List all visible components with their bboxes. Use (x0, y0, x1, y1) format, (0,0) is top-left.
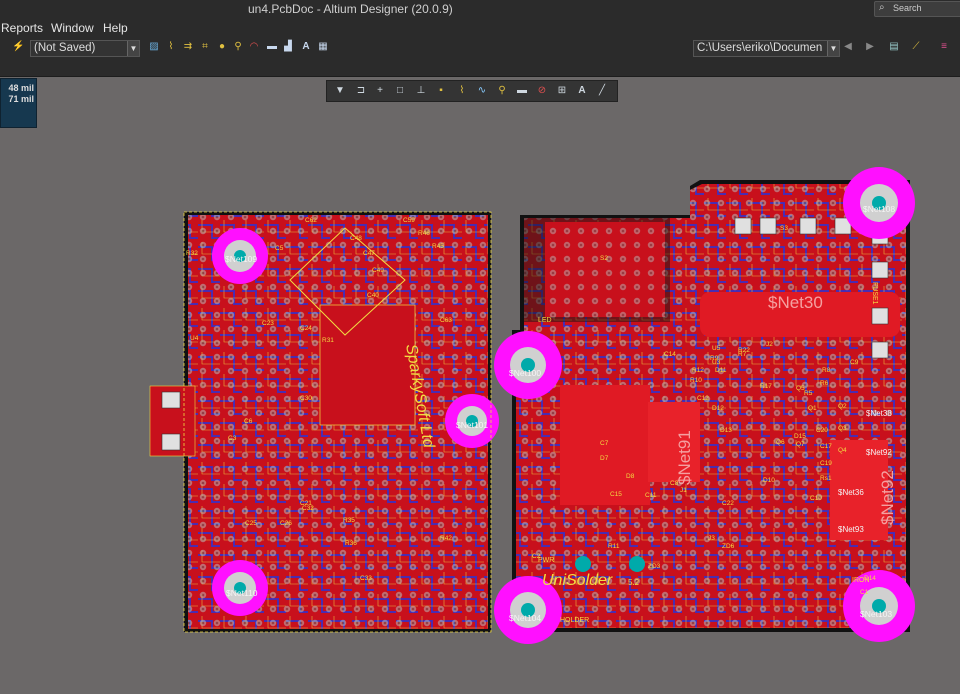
silk-holder: HOLDER (560, 617, 589, 624)
designator: C10 (810, 495, 822, 502)
designator: C7 (600, 440, 609, 447)
designator: R45 (432, 243, 444, 250)
pcb-canvas[interactable]: $Net108 $Net109 $Net100 $Net101 $Net104 … (0, 0, 960, 694)
designator: C22 (722, 500, 734, 507)
designator: C9 (850, 359, 859, 366)
designator: R42 (440, 535, 452, 542)
net-label-large: $Net92 (878, 470, 897, 525)
net-label: $Net92 (866, 448, 892, 457)
net-label-large: $Net30 (768, 293, 823, 312)
net-label: $Net101 (456, 420, 488, 430)
mcu-footprint (319, 304, 416, 426)
silk-fuse: FUSE1 (871, 282, 878, 305)
designator: U5 (712, 345, 721, 352)
designator: C33 (360, 575, 372, 582)
designator: C12 (697, 395, 709, 402)
designator: C5 (275, 245, 284, 252)
designator: R31 (322, 337, 334, 344)
designator: R6 (820, 380, 829, 387)
designator: D15 (794, 433, 806, 440)
designator: Q1 (808, 405, 817, 412)
designator: C1 (860, 589, 869, 596)
designator: C40 (367, 292, 379, 299)
net-label: $Net38 (866, 409, 892, 418)
designator: C20 (816, 427, 828, 434)
designator: C17 (820, 443, 832, 450)
designator: R46 (418, 230, 430, 237)
designator: C15 (610, 491, 622, 498)
designator: C23 (262, 320, 274, 327)
designator: C25 (245, 520, 257, 527)
designator: C3 (228, 435, 237, 442)
designator: C49 (372, 267, 384, 274)
designator: D14 (864, 575, 876, 582)
designator: U3 (712, 359, 721, 366)
designator: R35 (343, 517, 355, 524)
designator: Q7 (796, 441, 805, 448)
designator: R8 (822, 367, 831, 374)
designator: Q3 (838, 425, 847, 432)
designator: D10 (763, 477, 775, 484)
designator: C6 (244, 418, 253, 425)
net-label: $Net109 (225, 254, 257, 264)
designator: C14 (664, 351, 676, 358)
designator: C24 (300, 325, 312, 332)
net-label: $Net93 (838, 525, 864, 534)
designator: Q2 (838, 403, 847, 410)
designator: Q6 (776, 439, 785, 446)
designator: C47 (363, 250, 375, 257)
designator: ZD3 (648, 563, 661, 570)
net-label: $Net100 (509, 368, 541, 378)
designator: C48 (350, 235, 362, 242)
designator: Rs1 (820, 475, 832, 482)
designator: C19 (820, 460, 832, 467)
designator: C8 (670, 480, 679, 487)
designator: C32 (302, 505, 314, 512)
net-label: $Net104 (509, 613, 541, 623)
silk-version: 5.2 (628, 578, 640, 587)
designator: R5 (804, 390, 813, 397)
designator: D12 (712, 405, 724, 412)
designator: C63 (440, 317, 452, 324)
designator: D11 (715, 367, 727, 374)
designator: D13 (720, 427, 732, 434)
designator: D7 (600, 455, 609, 462)
designator: C30 (300, 395, 312, 402)
designator: J2 (766, 341, 773, 348)
designator: R36 (345, 540, 357, 547)
designator: J1 (680, 487, 687, 494)
net-label: $Net36 (838, 488, 864, 497)
net-label-large: $Net91 (675, 430, 694, 485)
designator: C2 (532, 553, 541, 560)
designator: R11 (608, 543, 620, 550)
designator: Q4 (838, 447, 847, 454)
designator: R22 (738, 347, 750, 354)
net-label: $Net103 (860, 609, 892, 619)
designator: C26 (280, 520, 292, 527)
designator: C62 (305, 217, 317, 224)
designator: R17 (760, 383, 772, 390)
designator: U4 (190, 335, 199, 342)
designator: J3 (708, 535, 715, 542)
designator: ZD6 (722, 543, 735, 550)
designator: C59 (403, 217, 415, 224)
designator: R10 (690, 377, 702, 384)
silk-led: LED (538, 317, 552, 324)
designator: S3 (780, 225, 788, 232)
designator: C11 (645, 492, 657, 499)
designator: R32 (186, 250, 198, 257)
net-label: $Net110 (226, 588, 258, 598)
designator: R12 (692, 367, 704, 374)
net-label: $Net108 (863, 204, 895, 214)
designator: D8 (626, 473, 635, 480)
designator: S2 (600, 255, 608, 262)
silk-product: UniSolder (542, 572, 613, 589)
silk-pwr: PWR (538, 557, 554, 564)
